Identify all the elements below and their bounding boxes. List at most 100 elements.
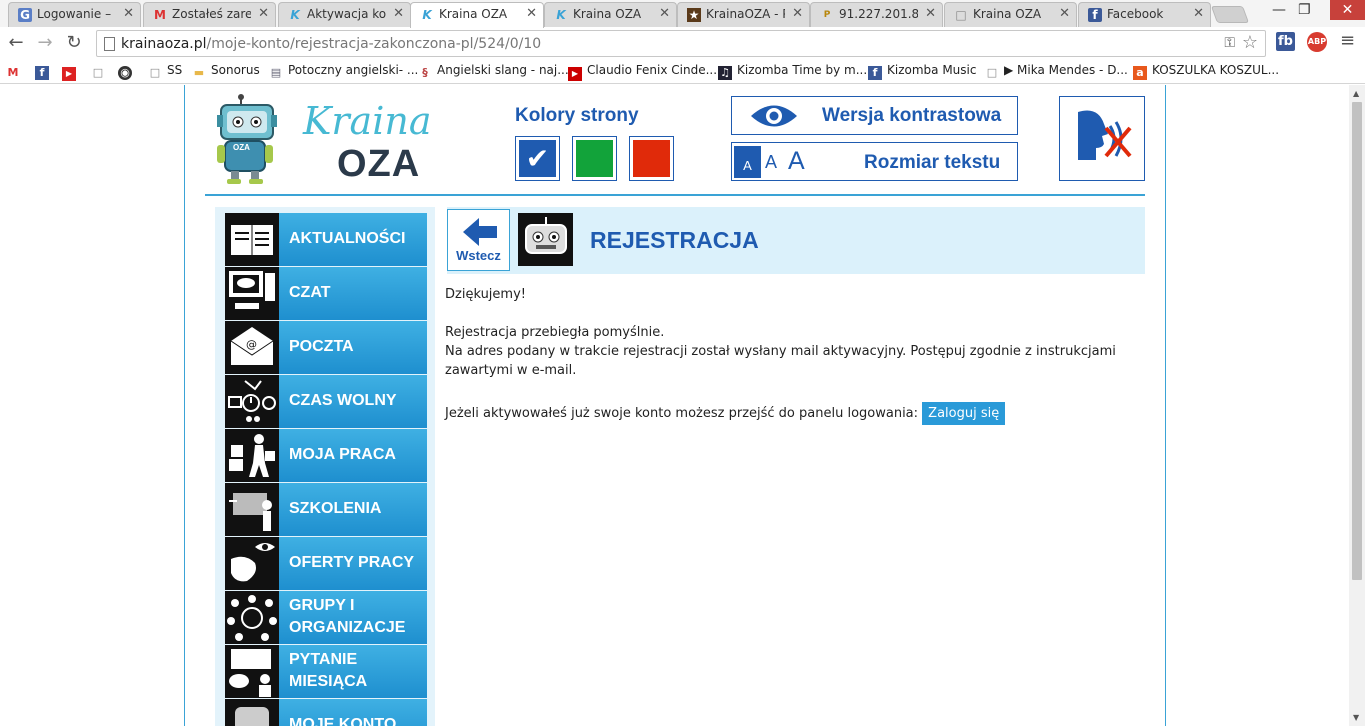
bookmark-facebook[interactable]: f xyxy=(35,63,54,80)
close-tab-icon[interactable]: ✕ xyxy=(1193,6,1204,21)
bookmark-ss[interactable]: □ SS xyxy=(148,63,182,80)
tab-6[interactable]: ★ KrainaOZA - Pa ✕ xyxy=(677,2,810,27)
bookmark-page[interactable]: □ xyxy=(91,63,110,80)
site-icon: § xyxy=(422,66,428,79)
reload-icon[interactable]: ↻ xyxy=(62,31,86,55)
content-title-bar: Wstecz REJESTRACJA xyxy=(447,207,1145,274)
page-favicon-icon: □ xyxy=(955,8,967,22)
sidebar-item-pytanie-miesiaca[interactable]: PYTANIE MIESIĄCA xyxy=(225,645,427,698)
maximize-icon[interactable]: ❐ xyxy=(1298,2,1311,18)
minimize-icon[interactable]: — xyxy=(1272,2,1286,18)
bookmark-label: Kizomba Time by m... xyxy=(737,63,868,77)
checkmark-icon: ✔ xyxy=(519,140,556,177)
bookmark-koszulka[interactable]: a KOSZULKA KOSZUL... xyxy=(1133,63,1279,80)
page-icon: □ xyxy=(92,66,104,79)
logo-word-kraina: Kraina xyxy=(303,99,432,143)
sidebar-item-poczta[interactable]: @ POCZTA xyxy=(225,321,427,374)
scroll-down-icon[interactable]: ▼ xyxy=(1353,713,1359,722)
sidebar-item-label: MOJA PRACA xyxy=(289,446,396,463)
color-swatch-blue[interactable]: ✔ xyxy=(515,136,560,181)
sidebar-item-aktualnosci[interactable]: AKTUALNOŚCI xyxy=(225,213,427,266)
key-icon[interactable]: ⚿ xyxy=(1224,35,1235,51)
back-button[interactable]: Wstecz xyxy=(447,209,510,271)
tab-8[interactable]: □ Kraina OZA ✕ xyxy=(944,2,1077,27)
sidebar-item-oferty-pracy[interactable]: OFERTY PRACY xyxy=(225,537,427,590)
sidebar-item-czas-wolny[interactable]: CZAS WOLNY xyxy=(225,375,427,428)
adblock-plus-icon[interactable]: ABP xyxy=(1307,32,1327,52)
bookmark-potoczny[interactable]: ▤ Potoczny angielski- ... xyxy=(269,63,419,80)
tab-title: Kraina OZA xyxy=(973,7,1042,21)
bookmark-gmail[interactable]: M xyxy=(6,63,25,80)
sidebar-item-moje-konto[interactable]: MOJE KONTO xyxy=(225,699,427,726)
music-icon: ♫ xyxy=(718,66,732,80)
close-tab-icon[interactable]: ✕ xyxy=(123,6,134,21)
bookmark-sonorus[interactable]: ▬ Sonorus xyxy=(192,63,260,80)
tab-4-active[interactable]: K Kraina OZA ✕ xyxy=(410,2,544,28)
page-scrollbar[interactable]: ▲ ▼ xyxy=(1349,85,1365,726)
bookmark-star-icon[interactable]: ☆ xyxy=(1242,32,1258,53)
site-logo[interactable]: OZA Kraina OZA xyxy=(211,93,432,185)
close-window-icon[interactable]: ✕ xyxy=(1330,0,1365,20)
close-tab-icon[interactable]: ✕ xyxy=(393,6,404,21)
pma-favicon-icon: P xyxy=(823,10,831,20)
tab-title: Kraina OZA xyxy=(439,7,508,21)
tab-5[interactable]: K Kraina OZA ✕ xyxy=(544,2,677,27)
sidebar-item-czat[interactable]: CZAT xyxy=(225,267,427,320)
success-text: Rejestracja przebiegła pomyślnie. xyxy=(445,325,665,340)
newspaper-icon xyxy=(225,213,279,266)
kraina-favicon-icon: K xyxy=(290,8,300,22)
bookmark-youtube[interactable]: ▶ xyxy=(62,63,81,81)
color-swatch-red[interactable] xyxy=(629,136,674,181)
forward-arrow-icon[interactable]: → xyxy=(33,31,57,55)
scrollbar-thumb[interactable] xyxy=(1352,102,1362,580)
text-size-small-button[interactable]: A xyxy=(734,146,761,178)
page-icon: □ xyxy=(986,66,998,79)
close-tab-icon[interactable]: ✕ xyxy=(659,6,670,21)
new-tab-button[interactable] xyxy=(1210,6,1250,23)
address-bar[interactable]: krainaoza.pl/moje-konto/rejestracja-zako… xyxy=(96,30,1266,57)
close-tab-icon[interactable]: ✕ xyxy=(925,6,936,21)
tab-1[interactable]: G Logowanie – K ✕ xyxy=(8,2,141,27)
close-tab-icon[interactable]: ✕ xyxy=(1059,6,1070,21)
sidebar-item-szkolenia[interactable]: SZKOLENIA xyxy=(225,483,427,536)
text-size-large-button[interactable]: A xyxy=(788,147,805,176)
bookmark-wifi[interactable]: ◉ xyxy=(118,63,137,80)
logo-word-oza: OZA xyxy=(337,143,421,185)
red-fill xyxy=(633,140,670,177)
bookmark-claudio[interactable]: ▶ Claudio Fenix Cinde... xyxy=(568,63,717,81)
close-tab-icon[interactable]: ✕ xyxy=(258,6,269,21)
url-text[interactable]: krainaoza.pl/moje-konto/rejestracja-zako… xyxy=(121,36,541,52)
bookmark-kizomba-time[interactable]: ♫ Kizomba Time by m... xyxy=(718,63,867,80)
bookmark-mika[interactable]: □ ▶ Mika Mendes - D... xyxy=(985,63,1128,80)
color-swatch-green[interactable] xyxy=(572,136,617,181)
text-size-medium-button[interactable]: A xyxy=(765,152,777,173)
facebook-icon: f xyxy=(868,66,882,80)
back-arrow-icon[interactable]: ← xyxy=(4,31,28,55)
youtube-icon: ▶ xyxy=(62,67,76,81)
login-button[interactable]: Zaloguj się xyxy=(922,402,1006,425)
tab-9[interactable]: f Facebook ✕ xyxy=(1078,2,1211,27)
tab-title: Logowanie – K xyxy=(37,7,116,21)
sidebar-item-label: PYTANIE xyxy=(289,651,358,668)
tab-2[interactable]: M Zostałeś zarejes ✕ xyxy=(143,2,276,27)
tab-title: Zostałeś zarejes xyxy=(172,7,251,21)
sidebar-item-moja-praca[interactable]: MOJA PRACA xyxy=(225,429,427,482)
scroll-up-icon[interactable]: ▲ xyxy=(1353,89,1359,98)
robot-badge-text: OZA xyxy=(233,143,250,152)
tab-7[interactable]: P 91.227.201.84 / ✕ xyxy=(810,2,943,27)
page-icon xyxy=(104,37,115,51)
tab-title: Kraina OZA xyxy=(573,7,642,21)
close-tab-icon[interactable]: ✕ xyxy=(526,6,537,21)
browser-menu-icon[interactable]: ≡ xyxy=(1340,30,1355,51)
speech-off-icon xyxy=(1078,110,1132,160)
close-tab-icon[interactable]: ✕ xyxy=(792,6,803,21)
contrast-label: Wersja kontrastowa xyxy=(822,105,1002,126)
speech-toggle-button[interactable] xyxy=(1059,96,1145,181)
wifi-icon: ◉ xyxy=(118,66,132,80)
tab-3[interactable]: K Aktywacja kon ✕ xyxy=(278,2,411,27)
bookmark-kizomba-music[interactable]: f Kizomba Music xyxy=(868,63,976,80)
facebook-extension-icon[interactable]: fb xyxy=(1276,32,1295,51)
contrast-version-button[interactable]: Wersja kontrastowa xyxy=(731,96,1018,135)
sidebar-item-grupy-organizacje[interactable]: GRUPY I ORGANIZACJE xyxy=(225,591,427,644)
bookmark-slang[interactable]: § Angielski slang - naj... xyxy=(418,63,568,80)
